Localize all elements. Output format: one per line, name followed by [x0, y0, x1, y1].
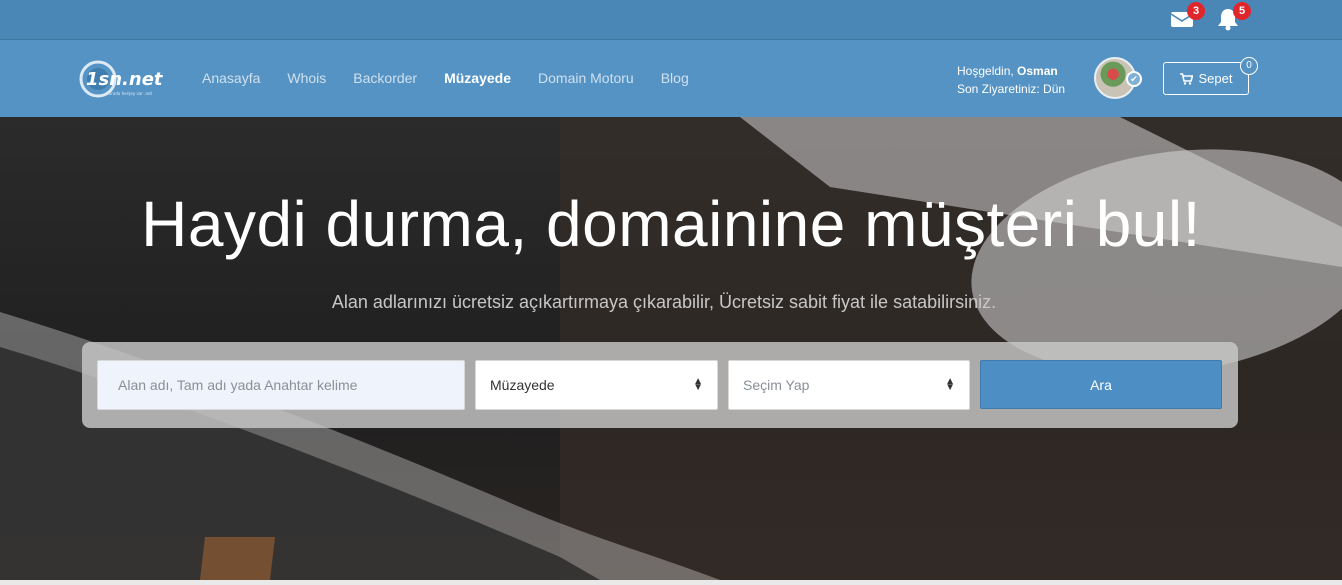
hero-title: Haydi durma, domainine müşteri bul! — [141, 188, 1201, 260]
verified-check-icon: ✔ — [1126, 71, 1142, 87]
nav-link-anasayfa[interactable]: Anasayfa — [202, 70, 260, 86]
greeting-text: Hoşgeldin, — [957, 64, 1014, 78]
search-panel: Müzayede ▲▼ Seçim Yap ▲▼ Ara — [82, 342, 1238, 428]
hero-section: Haydi durma, domainine müşteri bul! Alan… — [0, 117, 1342, 580]
nav-link-backorder[interactable]: Backorder — [353, 70, 417, 86]
user-welcome: Hoşgeldin, Osman Son Ziyaretiniz: Dün — [957, 62, 1065, 98]
svg-text:Burada herşey var .net: Burada herşey var .net — [106, 91, 152, 96]
svg-text:1sn.net: 1sn.net — [86, 69, 164, 90]
search-button[interactable]: Ara — [980, 360, 1222, 409]
listing-type-value: Müzayede — [490, 377, 555, 393]
messages-count-badge: 3 — [1187, 2, 1205, 20]
user-name[interactable]: Osman — [1017, 64, 1058, 78]
cart-label: Sepet — [1198, 71, 1233, 86]
top-bar: 3 5 — [0, 0, 1342, 40]
site-logo[interactable]: 1sn.net Burada herşey var .net — [78, 58, 182, 100]
filter-select[interactable]: Seçim Yap ▲ ▼ — [728, 360, 970, 410]
cart-count-badge: 0 — [1240, 57, 1258, 75]
main-navbar: 1sn.net Burada herşey var .net Anasayfa … — [0, 40, 1342, 117]
nav-link-muzayede[interactable]: Müzayede — [444, 70, 511, 86]
nav-links: Anasayfa Whois Backorder Müzayede Domain… — [202, 70, 689, 86]
hero-subtitle: Alan adlarınızı ücretsiz açıkartırmaya ç… — [331, 292, 997, 312]
page-bottom-edge — [0, 580, 1342, 585]
cart-button[interactable]: Sepet 0 — [1163, 57, 1258, 95]
notifications-count-badge: 5 — [1233, 2, 1251, 20]
shopping-cart-icon — [1179, 72, 1193, 85]
nav-link-whois[interactable]: Whois — [287, 70, 326, 86]
logo-icon: 1sn.net Burada herşey var .net — [79, 60, 164, 98]
listing-type-select[interactable]: Müzayede ▲ ▼ — [475, 360, 718, 410]
nav-link-blog[interactable]: Blog — [661, 70, 689, 86]
greeting-line: Hoşgeldin, Osman — [957, 62, 1065, 80]
select-arrows-icon: ▲ ▼ — [693, 376, 703, 393]
filter-value: Seçim Yap — [743, 377, 810, 393]
nav-link-domain-motoru[interactable]: Domain Motoru — [538, 70, 634, 86]
select-arrows-icon: ▲ ▼ — [945, 376, 955, 393]
notifications-button[interactable]: 5 — [1215, 2, 1251, 32]
domain-search-input[interactable] — [118, 377, 450, 393]
last-visit-text: Son Ziyaretiniz: Dün — [957, 82, 1066, 96]
messages-button[interactable]: 3 — [1169, 2, 1205, 32]
domain-search-field[interactable] — [97, 360, 465, 410]
